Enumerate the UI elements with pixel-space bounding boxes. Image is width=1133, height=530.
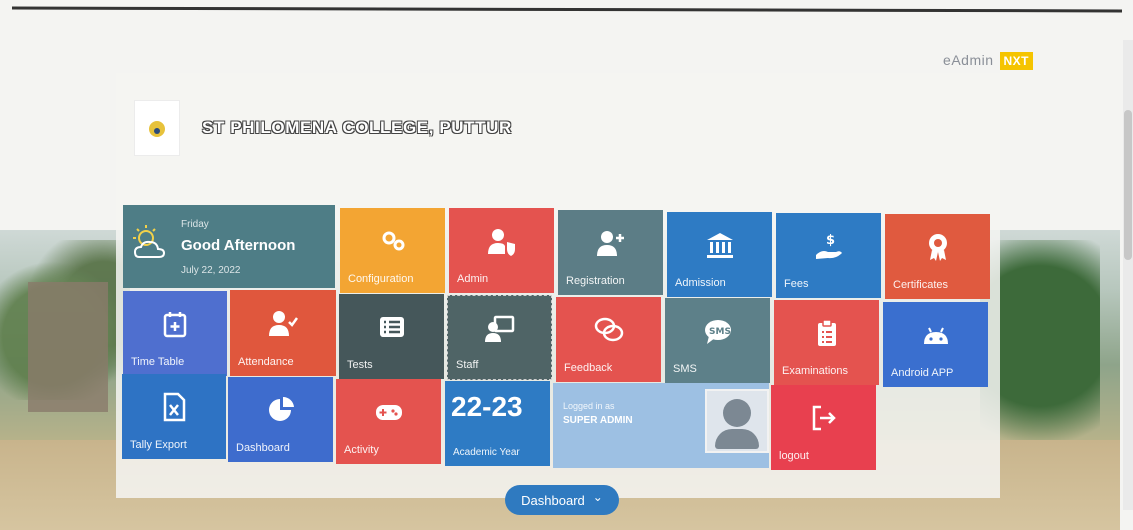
gears-icon [382,231,404,251]
android-app-tile[interactable]: Android APP [883,302,988,387]
list-icon [379,317,404,337]
chevron-down-icon: ⌄ [592,490,603,504]
staff-label: Staff [456,359,479,371]
certificates-label: Certificates [893,279,949,291]
configuration-label: Configuration [348,273,414,285]
dashboard-toggle-button[interactable]: Dashboard ⌄ [505,485,619,515]
bank-icon [706,233,733,258]
avatar-icon[interactable] [705,389,769,453]
activity-tile[interactable]: Activity [336,379,441,464]
academic-year-value: 22-23 [451,391,523,422]
logged-in-tile: Logged in as SUPER ADMIN [553,383,769,468]
sign-out-icon [812,405,836,431]
tally-export-tile[interactable]: Tally Export [122,374,226,459]
academic-year-label: Academic Year [453,447,520,458]
greeting-tile: Friday Good Afternoon July 22, 2022 [123,205,335,288]
pie-chart-icon [268,396,294,421]
college-building [28,282,108,412]
dashboard-label: Dashboard [236,442,290,454]
greeting-message: Good Afternoon [181,237,296,254]
greeting-day: Friday [181,219,209,230]
svg-text:SMS: SMS [709,327,731,337]
user-plus-icon [596,231,624,256]
logged-in-prefix: Logged in as [563,401,615,411]
scrollbar-thumb[interactable] [1124,110,1132,260]
college-header: ST PHILOMENA COLLEGE, PUTTUR [134,100,512,156]
chat-bubbles-icon [594,317,623,342]
logout-label: logout [779,450,809,462]
time-table-tile[interactable]: Time Table [123,291,227,376]
svg-text:$: $ [826,233,835,248]
fees-label: Fees [784,278,809,290]
greeting-date: July 22, 2022 [181,265,241,276]
configuration-tile[interactable]: Configuration [340,208,445,293]
admission-tile[interactable]: Admission [667,212,772,297]
brand-badge: NXT [999,52,1033,70]
sms-label: SMS [673,363,697,375]
sms-bubble-icon: SMS [704,320,731,344]
fees-tile[interactable]: $ Fees [776,213,881,298]
academic-year-tile[interactable]: 22-23 Academic Year [445,381,550,466]
attendance-label: Attendance [238,356,294,368]
attendance-tile[interactable]: Attendance [230,290,336,376]
registration-tile[interactable]: Registration [558,210,663,295]
time-table-label: Time Table [131,356,185,368]
feedback-label: Feedback [564,362,613,374]
android-icon [923,327,948,344]
feedback-tile[interactable]: Feedback [556,297,661,382]
staff-tile[interactable]: Staff [447,295,552,380]
tally-export-label: Tally Export [130,439,187,451]
user-shield-icon [487,229,515,256]
clipboard-list-icon [817,319,836,346]
certificates-tile[interactable]: Certificates [885,214,990,299]
chalkboard-user-icon [484,315,514,342]
college-logo [134,100,180,156]
college-name: ST PHILOMENA COLLEGE, PUTTUR [202,118,512,137]
tests-label: Tests [347,359,373,371]
activity-label: Activity [344,444,379,456]
examinations-tile[interactable]: Examinations [774,300,879,385]
top-divider [11,6,1123,13]
sms-tile[interactable]: SMS SMS [665,298,770,383]
sun-cloud-icon [133,225,166,258]
admin-label: Admin [457,273,489,285]
hand-money-icon: $ [815,233,842,259]
gamepad-icon [375,405,402,420]
user-check-icon [269,311,298,336]
logo-center [154,128,160,134]
avatar-head [723,399,751,427]
examinations-label: Examinations [782,365,849,377]
logged-in-role: SUPER ADMIN [563,415,633,426]
dashboard-toggle-label: Dashboard [521,492,585,508]
excel-file-icon [163,392,186,422]
calendar-plus-icon [163,312,187,338]
tests-tile[interactable]: Tests [339,294,444,379]
award-icon [928,234,947,261]
scrollbar[interactable] [1123,40,1133,510]
admission-label: Admission [675,277,726,289]
avatar-body [715,429,759,449]
page: eAdmin NXT ST PHILOMENA COLLEGE, PUTTUR F… [0,0,1133,530]
registration-label: Registration [566,275,625,287]
brand-name: eAdmin [943,52,994,68]
app-brand: eAdmin NXT [943,52,1033,70]
logout-tile[interactable]: logout [771,385,876,470]
android-app-label: Android APP [891,367,954,379]
dashboard-tile[interactable]: Dashboard [228,377,333,462]
admin-tile[interactable]: Admin [449,208,554,293]
